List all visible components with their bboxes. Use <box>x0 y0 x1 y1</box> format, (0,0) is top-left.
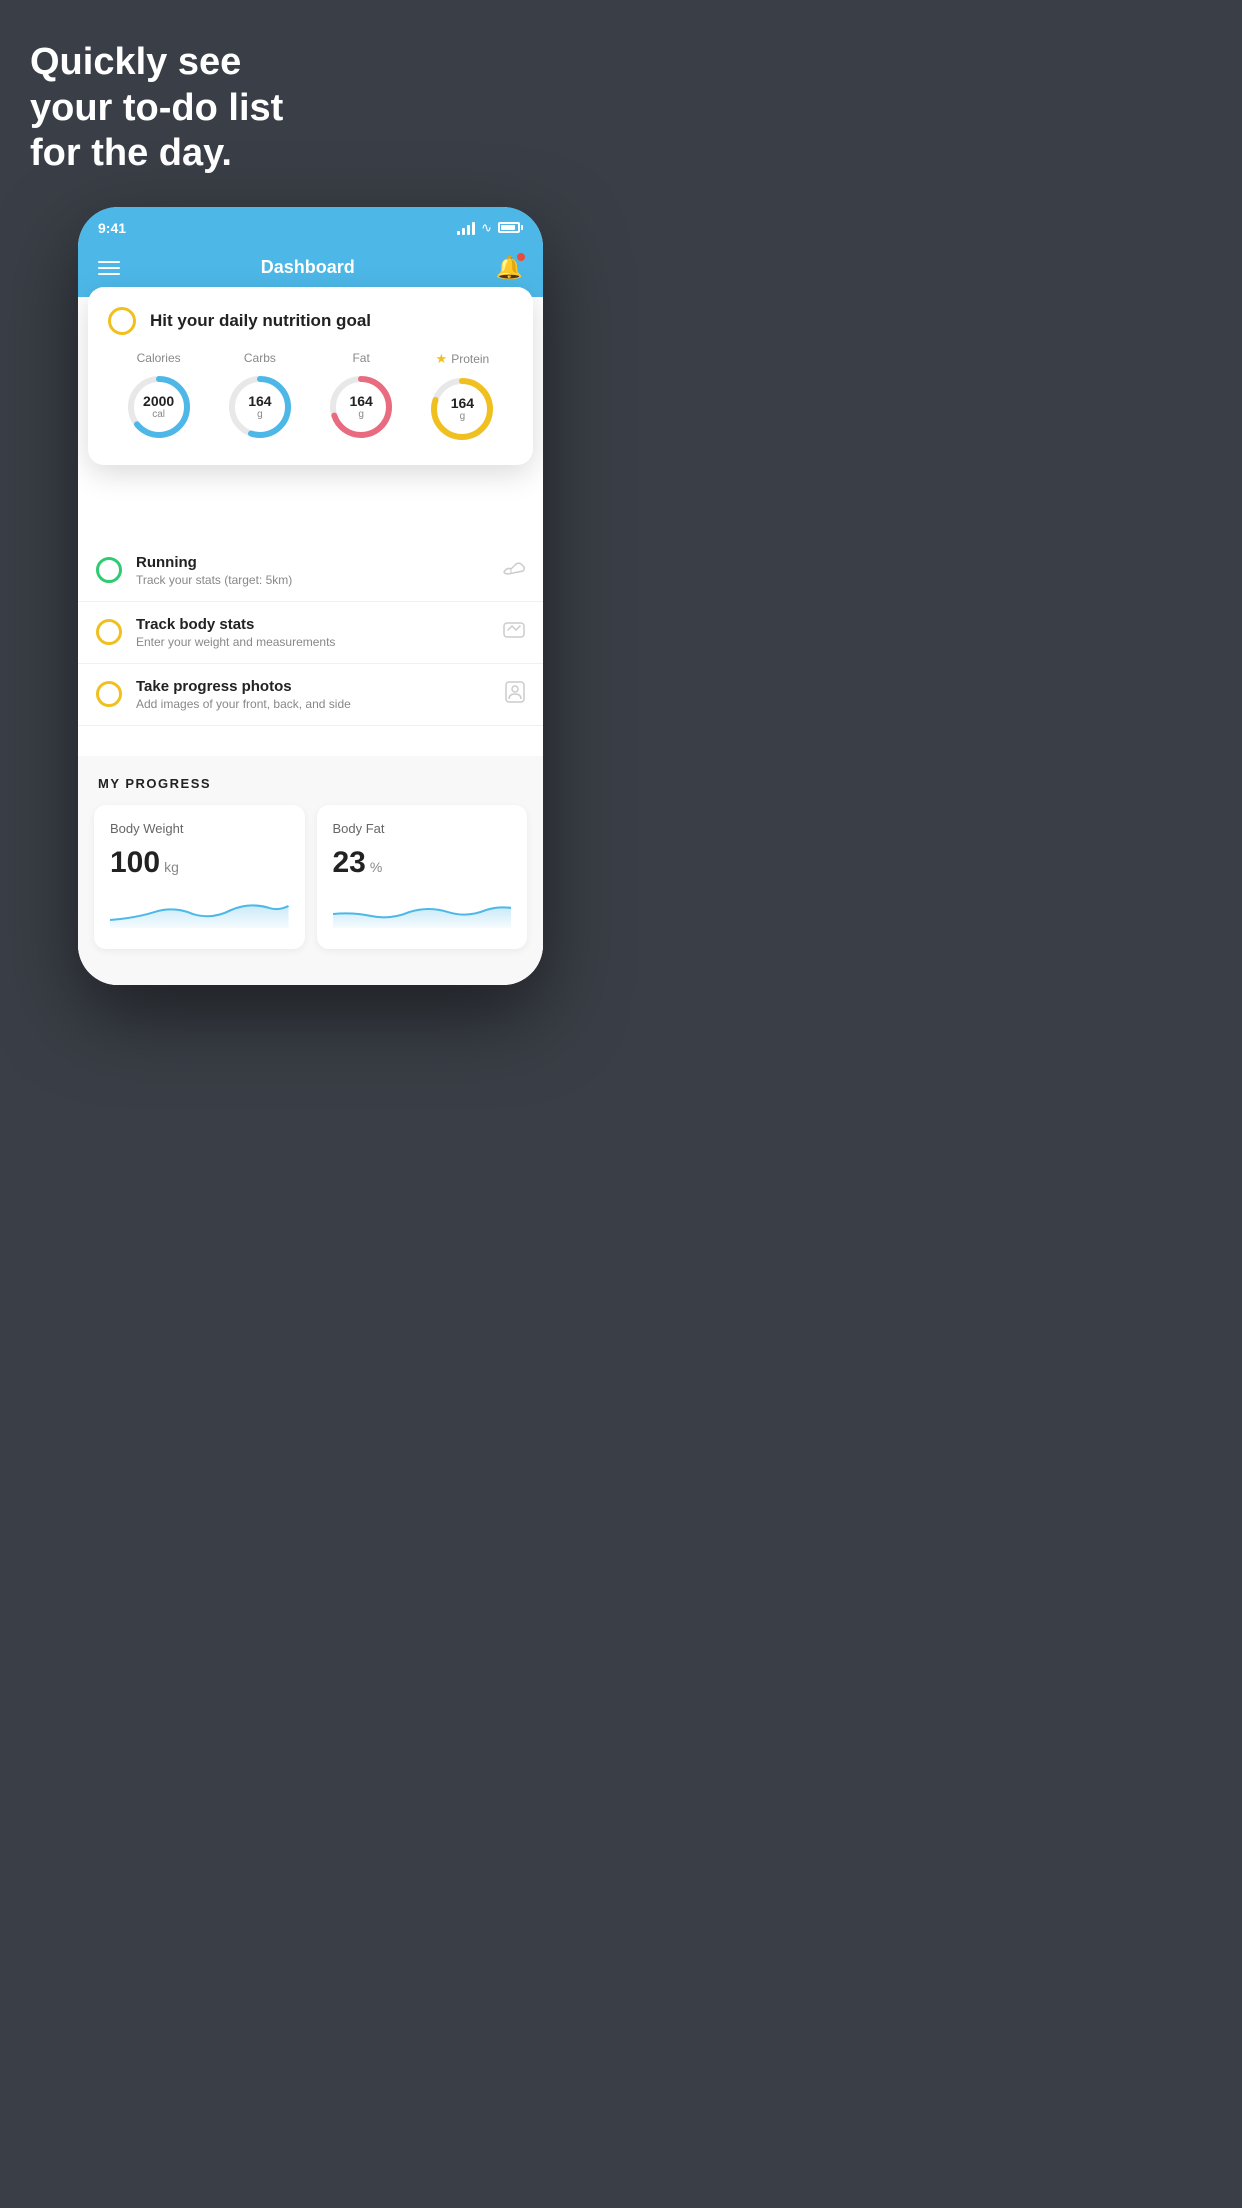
calories-ring: 2000 cal <box>123 371 195 443</box>
task-circle-nutrition <box>108 307 136 335</box>
status-bar: 9:41 ∿ <box>78 207 543 245</box>
fat-label: Fat <box>352 351 369 365</box>
my-progress-title: MY PROGRESS <box>94 776 527 791</box>
todo-photos[interactable]: Take progress photos Add images of your … <box>78 664 543 726</box>
todo-circle-running <box>96 557 122 583</box>
nutrition-row: Calories 2000 cal <box>108 351 513 445</box>
shoe-icon <box>503 559 525 582</box>
hero-section: Quickly see your to-do list for the day. <box>0 0 313 177</box>
fat-ring: 164 g <box>325 371 397 443</box>
content-area: THINGS TO DO TODAY Hit your daily nutrit… <box>78 297 543 985</box>
todo-title-body-stats: Track body stats <box>136 616 489 633</box>
phone-mockup: 9:41 ∿ Dashboard <box>78 207 543 985</box>
body-fat-label: Body Fat <box>333 821 512 836</box>
card-title-row: Hit your daily nutrition goal <box>108 307 513 335</box>
battery-icon <box>498 222 523 233</box>
todo-subtitle-running: Track your stats (target: 5km) <box>136 573 489 587</box>
body-fat-card: Body Fat 23 % <box>317 805 528 949</box>
carbs-label: Carbs <box>244 351 276 365</box>
protein-value: 164 <box>451 396 474 411</box>
star-icon: ★ <box>436 351 448 367</box>
body-fat-value: 23 <box>333 846 366 880</box>
nutrition-carbs: Carbs 164 g <box>224 351 296 443</box>
body-fat-sparkline <box>333 892 512 928</box>
calories-unit: cal <box>143 409 174 420</box>
nutrition-fat: Fat 164 g <box>325 351 397 443</box>
fat-value: 164 <box>349 394 372 409</box>
carbs-unit: g <box>248 409 271 420</box>
progress-cards: Body Weight 100 kg <box>94 805 527 949</box>
todo-circle-body-stats <box>96 619 122 645</box>
body-fat-unit: % <box>370 859 382 875</box>
todo-subtitle-photos: Add images of your front, back, and side <box>136 697 491 711</box>
my-progress-section: MY PROGRESS Body Weight 100 kg <box>78 756 543 965</box>
fat-unit: g <box>349 409 372 420</box>
scale-icon <box>503 620 525 645</box>
body-weight-sparkline <box>110 892 289 928</box>
todo-list: Running Track your stats (target: 5km) <box>78 540 543 726</box>
wifi-icon: ∿ <box>481 220 492 236</box>
protein-label: ★ Protein <box>436 351 490 367</box>
signal-icon <box>457 221 475 235</box>
todo-text-photos: Take progress photos Add images of your … <box>136 678 491 711</box>
person-icon <box>505 681 525 708</box>
header-title: Dashboard <box>261 257 355 278</box>
todo-subtitle-body-stats: Enter your weight and measurements <box>136 635 489 649</box>
calories-value: 2000 <box>143 394 174 409</box>
todo-running[interactable]: Running Track your stats (target: 5km) <box>78 540 543 602</box>
hero-title: Quickly see your to-do list for the day. <box>30 40 283 177</box>
todo-title-running: Running <box>136 554 489 571</box>
protein-ring: 164 g <box>426 373 498 445</box>
carbs-value: 164 <box>248 394 271 409</box>
menu-button[interactable] <box>98 261 120 275</box>
todo-circle-photos <box>96 681 122 707</box>
todo-text-body-stats: Track body stats Enter your weight and m… <box>136 616 489 649</box>
body-weight-card: Body Weight 100 kg <box>94 805 305 949</box>
protein-unit: g <box>451 411 474 422</box>
todo-text-running: Running Track your stats (target: 5km) <box>136 554 489 587</box>
body-weight-label: Body Weight <box>110 821 289 836</box>
carbs-ring: 164 g <box>224 371 296 443</box>
body-weight-unit: kg <box>164 859 179 875</box>
todo-title-photos: Take progress photos <box>136 678 491 695</box>
card-title: Hit your daily nutrition goal <box>150 311 371 331</box>
phone-frame: 9:41 ∿ Dashboard <box>78 207 543 985</box>
notification-button[interactable]: 🔔 <box>496 255 523 281</box>
notification-dot <box>517 253 525 261</box>
body-weight-value-row: 100 kg <box>110 846 289 880</box>
todo-body-stats[interactable]: Track body stats Enter your weight and m… <box>78 602 543 664</box>
calories-label: Calories <box>137 351 181 365</box>
nutrition-card: Hit your daily nutrition goal Calories <box>88 287 533 465</box>
status-time: 9:41 <box>98 220 126 236</box>
nutrition-calories: Calories 2000 cal <box>123 351 195 443</box>
nutrition-protein: ★ Protein 164 g <box>426 351 498 445</box>
body-fat-value-row: 23 % <box>333 846 512 880</box>
status-icons: ∿ <box>457 220 523 236</box>
body-weight-value: 100 <box>110 846 160 880</box>
